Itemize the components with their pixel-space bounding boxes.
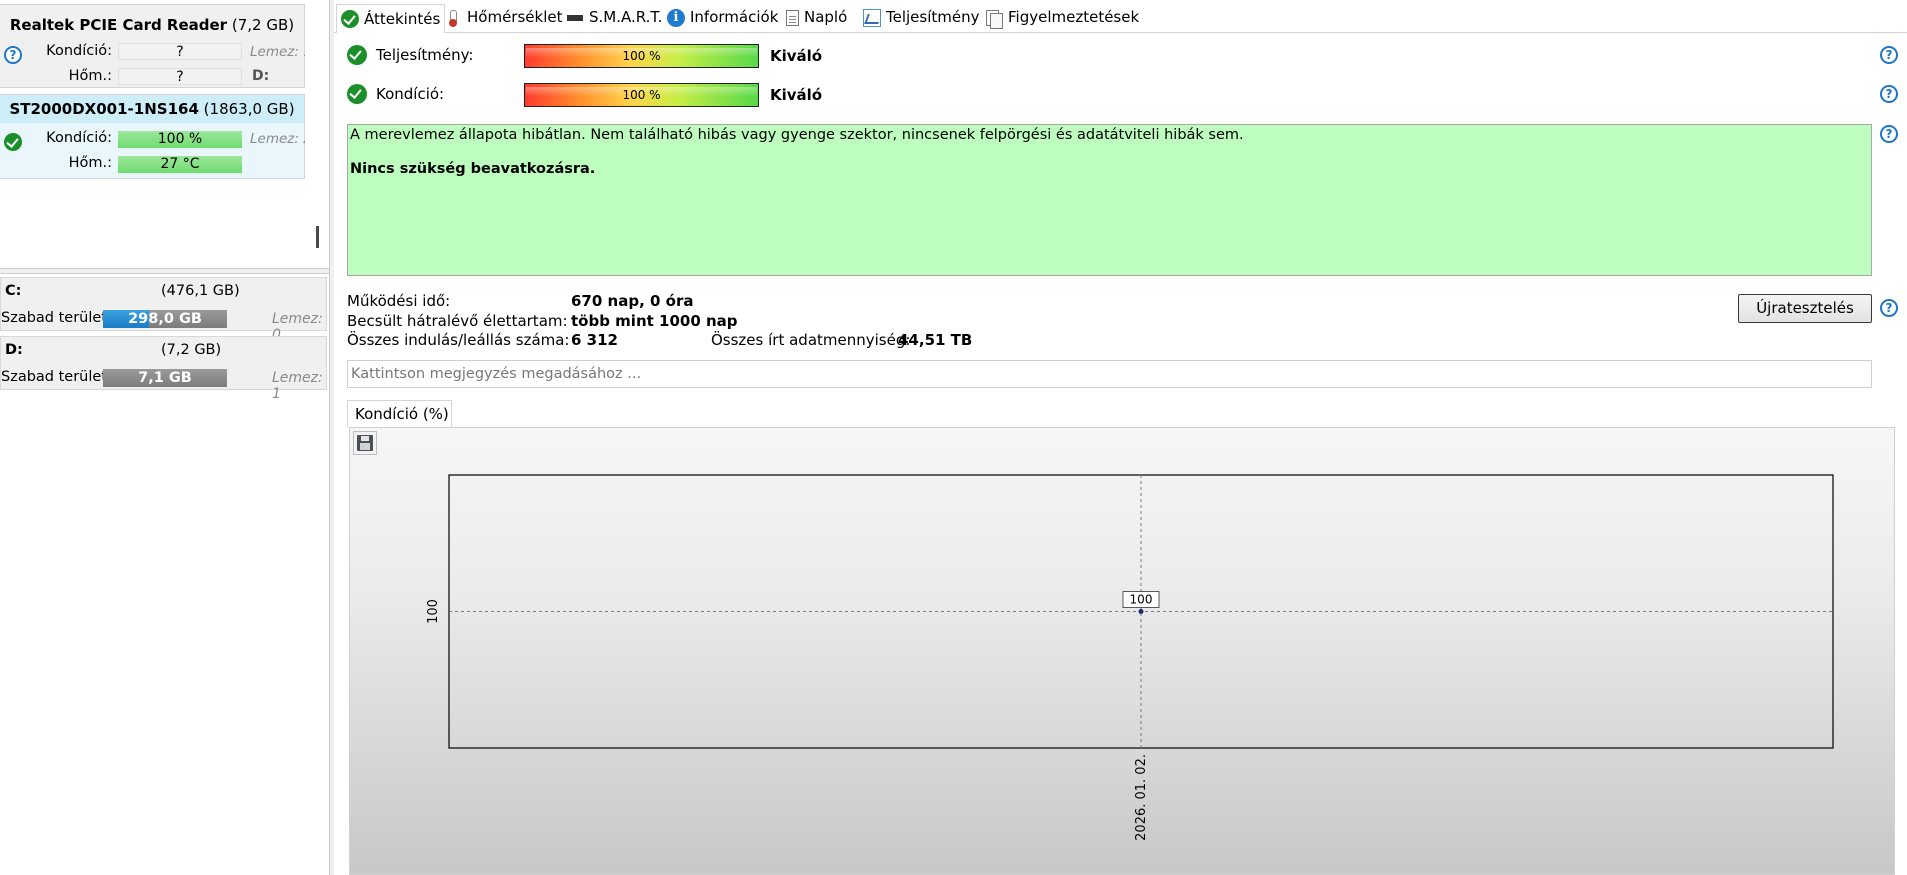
disk-size: (7,2 GB)	[231, 16, 295, 34]
temperature-value: 27 °C	[118, 156, 242, 173]
info-icon: i	[667, 8, 685, 27]
performance-gauge: 100 %	[524, 44, 759, 68]
volume-card-c[interactable]: C: (476,1 GB) Szabad terület 298,0 GB Le…	[0, 277, 327, 343]
tab-information[interactable]: i Információk	[667, 4, 778, 31]
condition-gauge-text: 100 %	[622, 88, 661, 102]
condition-chart: 100 2026. 01. 02. 100	[426, 474, 1834, 841]
disk-name: ST2000DX001-1NS164	[9, 100, 199, 118]
disk-card-st2000[interactable]: ST2000DX001-1NS164 (1863,0 GB) Kondíció:…	[0, 94, 305, 179]
performance-verdict: Kiváló	[770, 47, 823, 65]
performance-label: Teljesítmény:	[376, 46, 474, 64]
status-message: A merevlemez állapota hibátlan. Nem talá…	[350, 127, 1244, 143]
uptime-label: Működési idő:	[347, 292, 451, 310]
condition-verdict: Kiváló	[770, 86, 823, 104]
disk-list-scrollbar[interactable]	[316, 226, 319, 248]
disk-size: (1863,0 GB)	[203, 100, 295, 118]
tab-label: Figyelmeztetések	[1008, 8, 1140, 26]
thermometer-icon	[444, 9, 462, 27]
tab-label: Áttekintés	[364, 9, 441, 28]
check-icon	[341, 10, 359, 28]
status-action: Nincs szükség beavatkozásra.	[350, 161, 596, 177]
data-point	[1138, 609, 1144, 614]
tab-overview[interactable]: Áttekintés	[336, 4, 446, 33]
help-icon[interactable]: ?	[1880, 85, 1898, 103]
uptime-value: 670 nap, 0 óra	[571, 292, 694, 310]
y-tick-label: 100	[426, 599, 441, 624]
data-label: 100	[1130, 593, 1153, 607]
panel-splitter[interactable]	[0, 268, 329, 274]
chart-tab-condition[interactable]: Kondíció (%)	[347, 400, 452, 427]
drive-letter: D:	[252, 68, 270, 84]
status-message-box: A merevlemez állapota hibátlan. Nem talá…	[347, 124, 1872, 276]
temperature-value: ?	[118, 68, 242, 85]
free-space-value: 7,1 GB	[138, 370, 192, 386]
condition-value: ?	[118, 43, 242, 60]
volume-letter: D:	[5, 342, 23, 358]
lifetime-label: Becsült hátralévő élettartam:	[347, 312, 568, 330]
volume-size: (476,1 GB)	[161, 283, 240, 299]
volume-letter: C:	[5, 283, 22, 299]
tab-label: S.M.A.R.T.	[589, 8, 663, 26]
smart-icon	[566, 9, 584, 27]
tab-label: Információk	[690, 8, 779, 26]
volume-disk-number: Lemez: 1	[272, 370, 323, 402]
disk-title: Realtek PCIE Card Reader (7,2 GB)	[0, 11, 304, 39]
check-icon	[347, 84, 367, 104]
condition-label: Kondíció:	[46, 130, 112, 146]
disk-number: Lemez: 1	[250, 44, 305, 60]
tab-label: Teljesítmény	[886, 8, 980, 26]
volume-size: (7,2 GB)	[161, 342, 222, 358]
performance-gauge-text: 100 %	[622, 49, 661, 63]
disk-card-card-reader[interactable]: Realtek PCIE Card Reader (7,2 GB) ? Kond…	[0, 4, 305, 88]
x-tick-label: 2026. 01. 02.	[1134, 754, 1149, 841]
disk-number: Lemez: 2	[250, 131, 305, 147]
warnings-icon	[985, 9, 1003, 29]
disk-list-panel: Realtek PCIE Card Reader (7,2 GB) ? Kond…	[0, 0, 329, 875]
temperature-label: Hőm.:	[68, 68, 112, 84]
tab-smart[interactable]: S.M.A.R.T.	[566, 4, 663, 31]
splitter-gap[interactable]	[330, 0, 334, 875]
free-space-label: Szabad terület	[1, 369, 107, 385]
condition-gauge: 100 %	[524, 83, 759, 107]
tab-performance[interactable]: Teljesítmény	[863, 4, 980, 31]
help-icon[interactable]: ?	[1880, 125, 1898, 143]
tab-label: Hőmérséklet	[467, 8, 563, 26]
free-space-bar: 298,0 GB	[103, 310, 227, 328]
tab-temperature[interactable]: Hőmérséklet	[444, 4, 562, 31]
note-input[interactable]: Kattintson megjegyzés megadásához ...	[347, 360, 1872, 388]
disk-name: Realtek PCIE Card Reader	[9, 16, 228, 34]
performance-chart-icon	[863, 8, 881, 27]
check-icon	[347, 45, 367, 65]
tab-strip: Áttekintés Hőmérséklet S.M.A.R.T. i Info…	[334, 0, 1907, 33]
help-icon[interactable]: ?	[1880, 299, 1898, 317]
lifetime-value: több mint 1000 nap	[571, 312, 738, 330]
help-icon[interactable]: ?	[1880, 46, 1898, 64]
tab-log[interactable]: Napló	[786, 4, 847, 31]
free-space-label: Szabad terület	[1, 310, 107, 326]
disk-title: ST2000DX001-1NS164 (1863,0 GB)	[0, 95, 304, 123]
condition-value: 100 %	[118, 131, 242, 148]
written-data-label: Összes írt adatmennyiség:	[711, 331, 911, 349]
tab-label: Napló	[804, 8, 848, 26]
free-space-value: 298,0 GB	[128, 311, 202, 327]
temperature-label: Hőm.:	[68, 155, 112, 171]
condition-label: Kondíció:	[46, 43, 112, 59]
start-stop-value: 6 312	[571, 331, 618, 349]
start-stop-label: Összes indulás/leállás száma:	[347, 331, 570, 349]
retest-button[interactable]: Újratesztelés	[1738, 294, 1872, 323]
free-space-bar: 7,1 GB	[103, 369, 227, 387]
volume-card-d[interactable]: D: (7,2 GB) Szabad terület 7,1 GB Lemez:…	[0, 336, 327, 402]
written-data-value: 44,51 TB	[898, 331, 973, 349]
tab-warnings[interactable]: Figyelmeztetések	[985, 4, 1139, 31]
document-icon	[786, 9, 799, 26]
condition-label: Kondíció:	[376, 85, 445, 103]
